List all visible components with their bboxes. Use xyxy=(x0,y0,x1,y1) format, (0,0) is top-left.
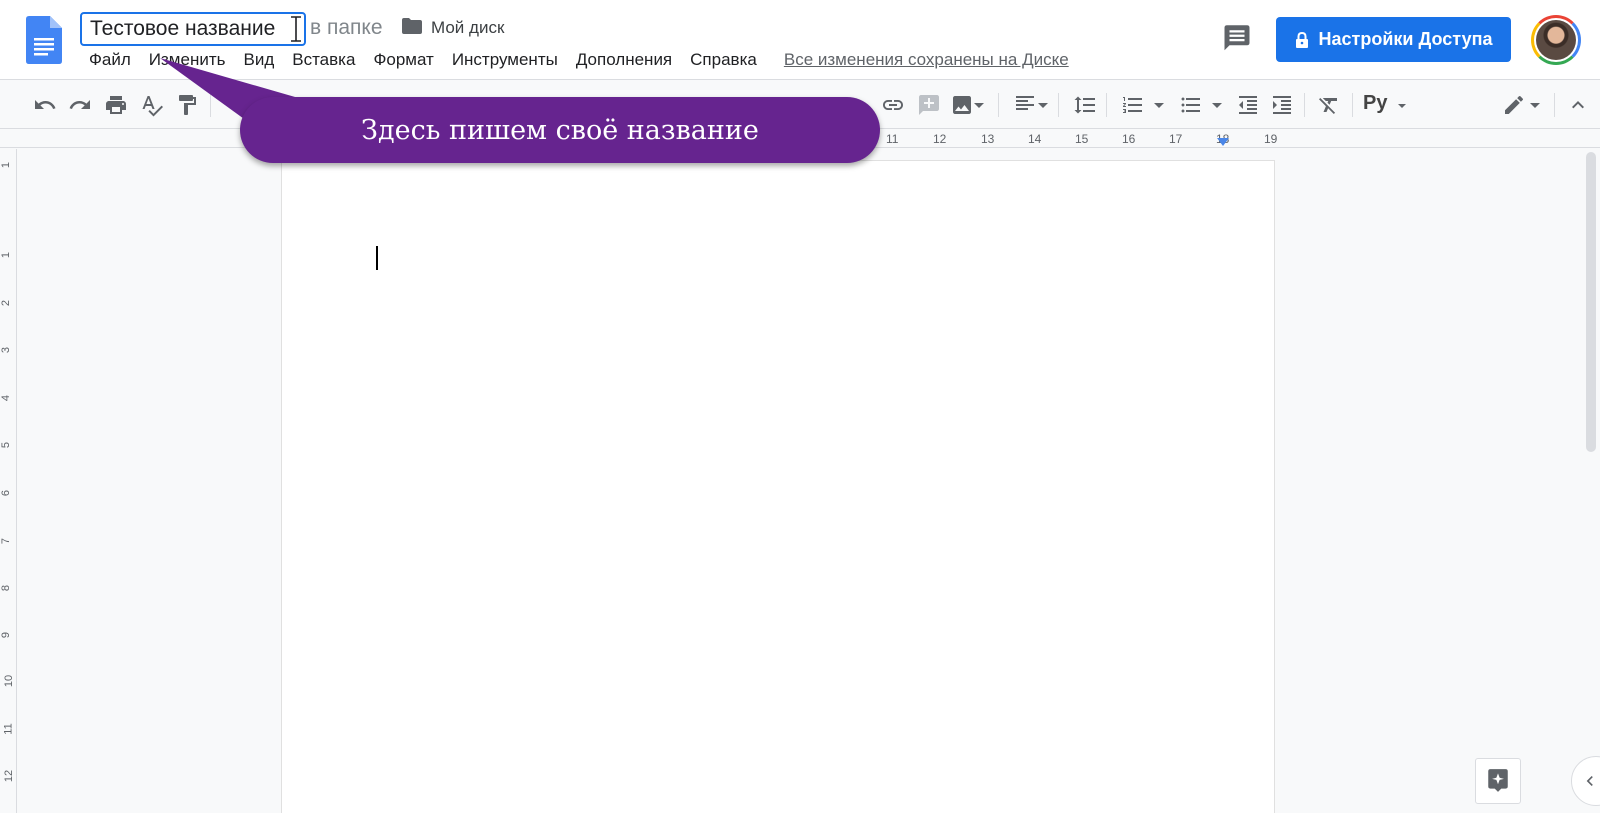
menu-addons[interactable]: Дополнения xyxy=(567,50,681,70)
language-label[interactable]: Ру xyxy=(1363,92,1387,115)
vertical-ruler[interactable]: 1 1 2 3 4 5 6 7 8 9 10 11 12 xyxy=(0,149,17,813)
header: в папке Мой диск Файл Изменить Вид Встав… xyxy=(0,0,1600,80)
toolbar-separator xyxy=(1304,93,1305,117)
text-cursor-icon xyxy=(291,16,301,42)
document-title-input[interactable] xyxy=(80,12,306,46)
ruler-tick: 12 xyxy=(933,132,947,146)
in-folder-label: в папке xyxy=(310,16,383,39)
ruler-tick: 12 xyxy=(3,769,16,783)
menu-insert[interactable]: Вставка xyxy=(283,50,364,70)
explore-icon xyxy=(1488,769,1508,792)
toolbar-separator xyxy=(1352,93,1353,117)
paint-format-icon[interactable] xyxy=(175,93,199,117)
align-dropdown-icon[interactable] xyxy=(1036,93,1050,117)
menu-file[interactable]: Файл xyxy=(80,50,140,70)
toolbar xyxy=(0,81,1600,129)
menu-bar: Файл Изменить Вид Вставка Формат Инструм… xyxy=(80,48,1069,72)
lock-icon xyxy=(1295,31,1308,48)
share-button-label: Настройки Доступа xyxy=(1318,29,1493,49)
ruler-tick: 2 xyxy=(0,299,13,307)
editing-mode-icon[interactable] xyxy=(1502,93,1526,117)
ruler-tick: 6 xyxy=(0,489,13,497)
ruler-tick: 1 xyxy=(0,251,13,259)
ruler-tick: 4 xyxy=(0,394,13,402)
spellcheck-icon[interactable] xyxy=(140,93,164,117)
toolbar-separator xyxy=(210,93,211,117)
chevron-left-icon xyxy=(1586,776,1593,786)
numbered-list-dropdown-icon[interactable] xyxy=(1152,93,1166,117)
menu-help[interactable]: Справка xyxy=(681,50,766,70)
ruler-tick: 15 xyxy=(1075,132,1089,146)
link-icon[interactable] xyxy=(881,93,905,117)
menu-tools[interactable]: Инструменты xyxy=(443,50,567,70)
language-dropdown-icon[interactable] xyxy=(1395,93,1409,117)
ruler-tick: 16 xyxy=(1122,132,1136,146)
folder-name-link[interactable]: Мой диск xyxy=(431,18,504,38)
horizontal-ruler[interactable]: 11 12 13 14 15 16 17 18 19 xyxy=(0,130,1600,148)
undo-icon[interactable] xyxy=(33,93,57,117)
ruler-tick: 3 xyxy=(0,346,13,354)
redo-icon[interactable] xyxy=(68,93,92,117)
right-indent-marker[interactable] xyxy=(1217,138,1229,146)
save-status-link[interactable]: Все изменения сохранены на Диске xyxy=(784,50,1069,70)
ruler-tick: 14 xyxy=(1028,132,1042,146)
menu-edit[interactable]: Изменить xyxy=(140,50,235,70)
clear-formatting-icon[interactable] xyxy=(1317,93,1341,117)
add-comment-icon[interactable] xyxy=(917,93,941,117)
avatar[interactable] xyxy=(1531,15,1581,65)
ruler-tick: 11 xyxy=(2,723,15,735)
ruler-tick: 11 xyxy=(886,132,899,146)
line-spacing-icon[interactable] xyxy=(1073,93,1097,117)
share-button[interactable]: Настройки Доступа xyxy=(1276,17,1511,62)
numbered-list-icon[interactable] xyxy=(1121,93,1145,117)
align-icon[interactable] xyxy=(1013,93,1037,117)
side-panel-toggle[interactable] xyxy=(1571,756,1600,806)
ruler-tick: 7 xyxy=(0,537,13,545)
editing-mode-dropdown-icon[interactable] xyxy=(1528,93,1542,117)
ruler-tick: 19 xyxy=(1264,132,1278,146)
image-dropdown-icon[interactable] xyxy=(972,93,986,117)
avatar-photo xyxy=(1536,20,1576,60)
print-icon[interactable] xyxy=(104,93,128,117)
decrease-indent-icon[interactable] xyxy=(1236,93,1260,117)
ruler-tick: 13 xyxy=(981,132,995,146)
insert-image-icon[interactable] xyxy=(950,93,974,117)
bulleted-list-dropdown-icon[interactable] xyxy=(1210,93,1224,117)
comments-icon[interactable] xyxy=(1222,24,1252,54)
ruler-tick: 5 xyxy=(0,441,13,449)
vertical-scrollbar[interactable] xyxy=(1586,152,1596,452)
toolbar-separator xyxy=(1106,93,1107,117)
explore-button[interactable] xyxy=(1475,758,1521,804)
toolbar-separator xyxy=(1058,93,1059,117)
document-page[interactable] xyxy=(281,160,1275,813)
ruler-tick: 8 xyxy=(0,584,13,592)
menu-format[interactable]: Формат xyxy=(364,50,442,70)
collapse-icon[interactable] xyxy=(1566,93,1590,117)
menu-view[interactable]: Вид xyxy=(234,50,283,70)
ruler-tick: 17 xyxy=(1169,132,1183,146)
bulleted-list-icon[interactable] xyxy=(1179,93,1203,117)
text-caret xyxy=(376,246,378,270)
increase-indent-icon[interactable] xyxy=(1270,93,1294,117)
ruler-tick: 1 xyxy=(0,161,13,169)
toolbar-separator xyxy=(1554,93,1555,117)
ruler-tick: 10 xyxy=(3,674,16,688)
toolbar-separator xyxy=(998,93,999,117)
docs-logo-icon[interactable] xyxy=(26,16,62,64)
folder-icon[interactable] xyxy=(402,18,422,34)
ruler-tick: 9 xyxy=(0,631,13,639)
